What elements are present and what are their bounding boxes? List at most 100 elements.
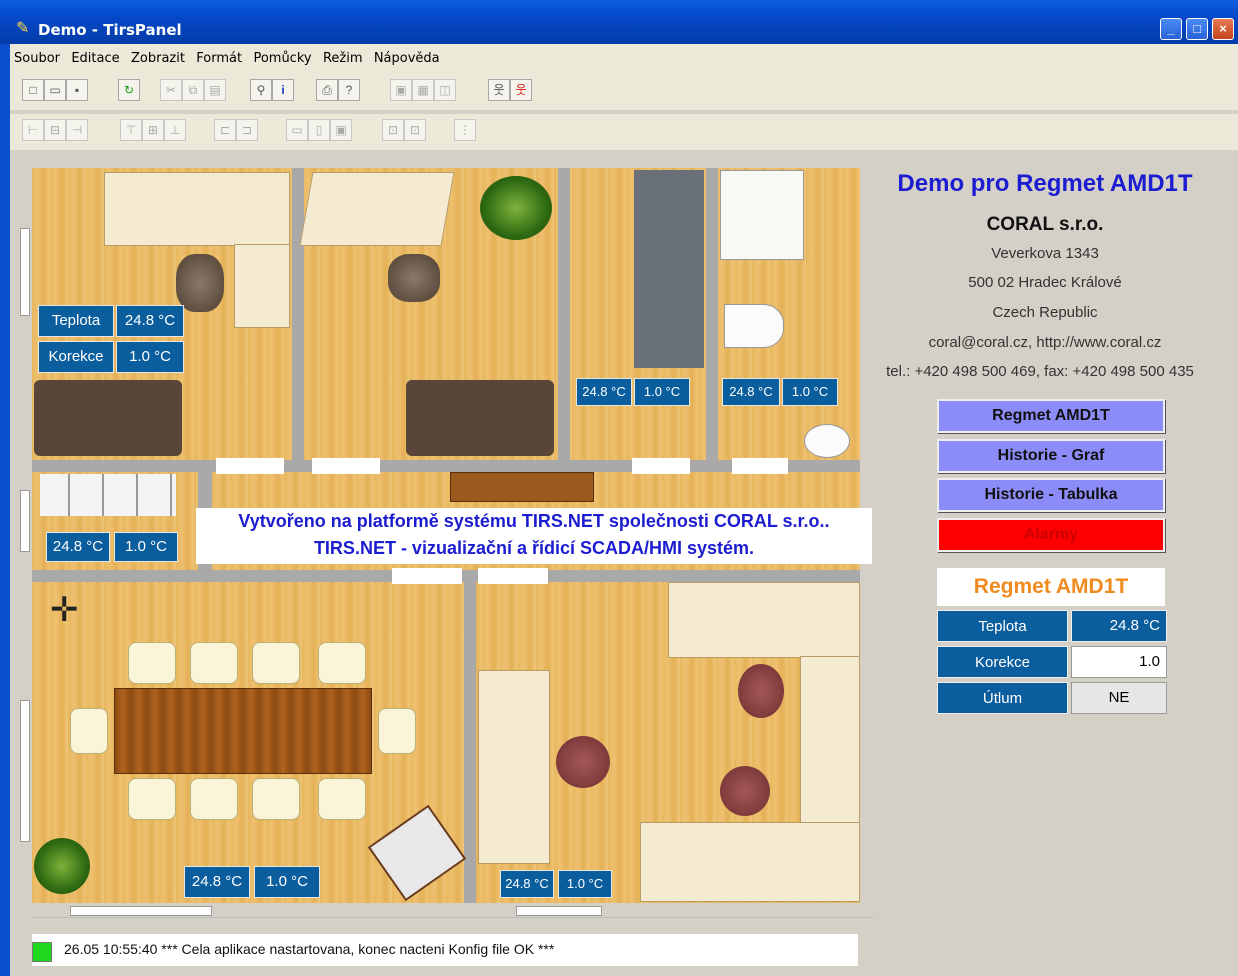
sink-icon xyxy=(804,424,850,458)
company-street: Veverkova 1343 xyxy=(991,245,1099,262)
platform-banner: Vytvořeno na platformě systému TIRS.NET … xyxy=(196,508,872,564)
regmet-button[interactable]: Regmet AMD1T xyxy=(937,399,1165,433)
meeting-chair xyxy=(190,778,238,820)
info-title: Demo pro Regmet AMD1T xyxy=(897,170,1193,197)
space-horizontal-icon[interactable]: ⊏ xyxy=(214,119,236,141)
list-view-icon[interactable]: ▦ xyxy=(412,79,434,101)
company-phone: tel.: +420 498 500 469, fax: +420 498 50… xyxy=(886,363,1194,380)
align-right-icon[interactable]: ⊣ xyxy=(66,119,88,141)
meeting-chair xyxy=(252,642,300,684)
meeting-chair xyxy=(70,708,108,754)
print-icon[interactable]: ⎙ xyxy=(316,79,338,101)
vertical-scroll-handle[interactable] xyxy=(20,228,30,316)
hall-corr-value[interactable]: 1.0 °C xyxy=(114,532,178,562)
app-icon: ✎ xyxy=(16,20,30,37)
kitchen-counter xyxy=(634,170,704,368)
toolbar-main: □ ▭ ▪ ↻ ✂ ⧉ ▤ ⚲ i ⎙ ? ▣ ▦ ◫ 웃 웃 xyxy=(10,74,1238,110)
wall xyxy=(464,570,476,903)
office-chair xyxy=(738,664,784,718)
panel-damp-toggle[interactable]: NE xyxy=(1071,682,1167,714)
menu-bar: Soubor Editace Zobrazit Formát Pomůcky R… xyxy=(10,44,1238,74)
status-led-icon xyxy=(32,942,52,962)
same-width-icon[interactable]: ▭ xyxy=(286,119,308,141)
kitchen-corr-value[interactable]: 1.0 °C xyxy=(634,378,690,406)
user-mode-icon[interactable]: 웃 xyxy=(488,79,510,101)
panel-corr-label: Korekce xyxy=(937,646,1068,678)
door xyxy=(632,458,690,474)
toilet-icon xyxy=(724,304,784,348)
open-folder-icon[interactable]: ▭ xyxy=(44,79,66,101)
menu-napoveda[interactable]: Nápověda xyxy=(370,44,444,74)
bath-corr-value[interactable]: 1.0 °C xyxy=(782,378,838,406)
office3-temp-value[interactable]: 24.8 °C xyxy=(500,870,554,898)
align-middle-icon[interactable]: ⊞ xyxy=(142,119,164,141)
office1-temp-value[interactable]: 24.8 °C xyxy=(116,305,184,337)
menu-soubor[interactable]: Soubor xyxy=(10,44,64,74)
same-height-icon[interactable]: ▯ xyxy=(308,119,330,141)
center-vertical-icon[interactable]: ⊡ xyxy=(404,119,426,141)
save-icon[interactable]: ▪ xyxy=(66,79,88,101)
align-left-icon[interactable]: ⊢ xyxy=(22,119,44,141)
grid-icon[interactable]: ⋮ xyxy=(454,119,476,141)
paste-icon[interactable]: ▤ xyxy=(204,79,226,101)
align-center-icon[interactable]: ⊟ xyxy=(44,119,66,141)
toolbar-align: ⊢ ⊟ ⊣ ⊤ ⊞ ⊥ ⊏ ⊐ ▭ ▯ ▣ ⊡ ⊡ ⋮ xyxy=(10,114,1238,150)
divider xyxy=(32,917,874,918)
chart-view-icon[interactable]: ◫ xyxy=(434,79,456,101)
menu-rezim[interactable]: Režim xyxy=(319,44,367,74)
close-button[interactable]: × xyxy=(1212,18,1234,40)
company-name: CORAL s.r.o. xyxy=(986,214,1104,235)
history-table-button[interactable]: Historie - Tabulka xyxy=(937,478,1165,512)
bath-temp-value[interactable]: 24.8 °C xyxy=(722,378,780,406)
desk xyxy=(104,172,290,246)
vertical-scroll-handle[interactable] xyxy=(20,490,30,552)
office1-corr-value[interactable]: 1.0 °C xyxy=(116,341,184,373)
alarms-button[interactable]: Alarmy xyxy=(937,518,1165,552)
menu-format[interactable]: Formát xyxy=(192,44,246,74)
vertical-scroll-handle[interactable] xyxy=(20,700,30,842)
cut-icon[interactable]: ✂ xyxy=(160,79,182,101)
panel-corr-input[interactable]: 1.0 xyxy=(1071,646,1167,678)
history-graph-button[interactable]: Historie - Graf xyxy=(937,439,1165,473)
panel-temp-value: 24.8 °C xyxy=(1071,610,1167,642)
refresh-icon[interactable]: ↻ xyxy=(118,79,140,101)
menu-editace[interactable]: Editace xyxy=(67,44,123,74)
plant-icon xyxy=(480,176,552,240)
hall-temp-value[interactable]: 24.8 °C xyxy=(46,532,110,562)
menu-pomucky[interactable]: Pomůcky xyxy=(249,44,315,74)
company-country: Czech Republic xyxy=(992,304,1098,321)
help-icon[interactable]: ? xyxy=(338,79,360,101)
search-icon[interactable]: ⚲ xyxy=(250,79,272,101)
status-message: 26.05 10:55:40 *** Cela aplikace nastart… xyxy=(64,941,555,957)
meeting-corr-value[interactable]: 1.0 °C xyxy=(254,866,320,898)
center-horizontal-icon[interactable]: ⊡ xyxy=(382,119,404,141)
kitchen-temp-value[interactable]: 24.8 °C xyxy=(576,378,632,406)
maximize-button[interactable]: □ xyxy=(1186,18,1208,40)
align-bottom-icon[interactable]: ⊥ xyxy=(164,119,186,141)
office-chair xyxy=(720,766,770,816)
horizontal-scroll-handle[interactable] xyxy=(70,906,212,916)
minimize-button[interactable]: _ xyxy=(1160,18,1182,40)
meeting-temp-value[interactable]: 24.8 °C xyxy=(184,866,250,898)
panel-temp-label: Teplota xyxy=(937,610,1068,642)
new-file-icon[interactable]: □ xyxy=(22,79,44,101)
meeting-chair xyxy=(318,778,366,820)
office3-corr-value[interactable]: 1.0 °C xyxy=(558,870,612,898)
sofa xyxy=(34,380,182,456)
desk xyxy=(668,582,860,658)
company-web[interactable]: coral@coral.cz, http://www.coral.cz xyxy=(870,334,1220,351)
menu-zobrazit[interactable]: Zobrazit xyxy=(127,44,189,74)
space-vertical-icon[interactable]: ⊐ xyxy=(236,119,258,141)
horizontal-scroll-handle[interactable] xyxy=(516,906,602,916)
copy-icon[interactable]: ⧉ xyxy=(182,79,204,101)
panel-damp-label: Útlum xyxy=(937,682,1068,714)
info-icon[interactable]: i xyxy=(272,79,294,101)
admin-mode-icon[interactable]: 웃 xyxy=(510,79,532,101)
wall xyxy=(292,168,304,470)
star-icon: ✛ xyxy=(50,591,79,629)
same-size-icon[interactable]: ▣ xyxy=(330,119,352,141)
title-bar: ✎ Demo - TirsPanel _ □ × xyxy=(0,0,1238,44)
view-icon[interactable]: ▣ xyxy=(390,79,412,101)
align-top-icon[interactable]: ⊤ xyxy=(120,119,142,141)
office-chair xyxy=(388,254,440,302)
